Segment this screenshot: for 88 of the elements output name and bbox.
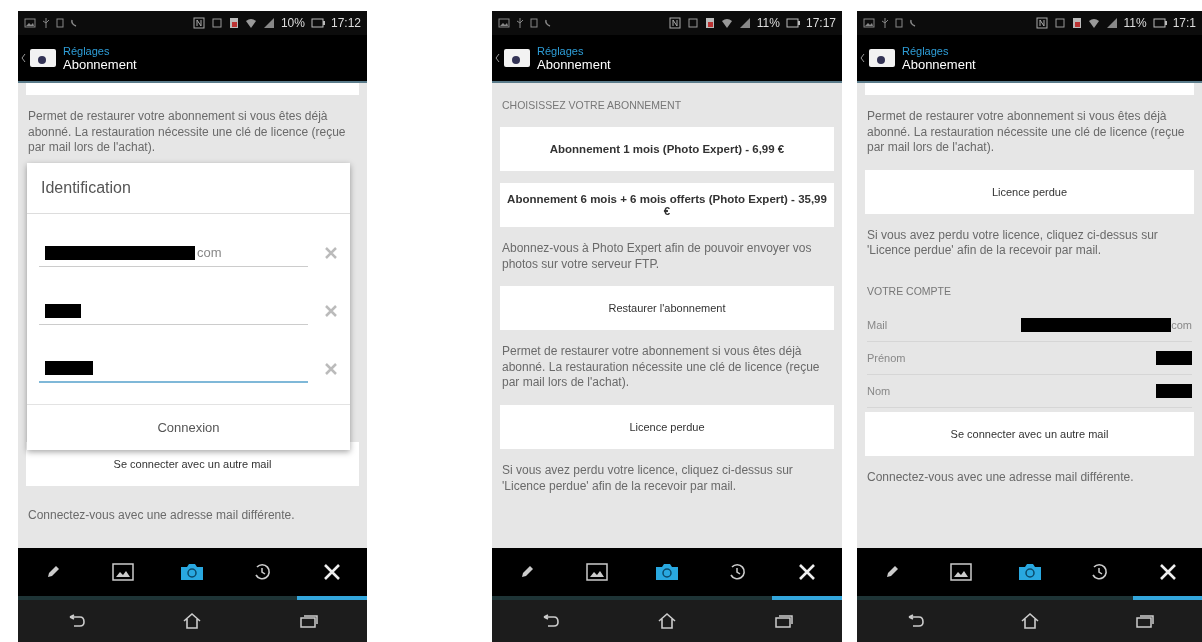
nfc-icon [192,17,205,29]
wifi-icon [1087,17,1100,29]
parent-title: Réglages [902,44,950,57]
section-heading: CHOISISSEZ VOTRE ABONNEMENT [502,99,683,111]
dialog-title: Identification [27,163,350,214]
picture-icon [498,18,510,28]
option-button[interactable]: Abonnement 1 mois (Photo Expert) - 6,99 € [500,127,834,171]
phone-icon [544,18,552,28]
option-button[interactable]: Licence perdue [500,404,834,449]
app-icon [1071,17,1082,29]
tools-icon [322,562,343,582]
camera-icon [180,563,205,581]
app-icon [228,17,239,29]
recent-apps-icon[interactable] [773,613,794,629]
field-label: Nom [867,384,891,397]
description-text: Connectez-vous avec une adresse mail différente. [28,508,296,524]
clock: 17:1 [1172,16,1196,30]
field-label: Mail [867,318,888,331]
usb-icon [516,17,524,29]
picture-icon [586,563,608,581]
option-button[interactable]: Se connecter avec un autre mail [865,411,1194,456]
picture-icon [24,18,36,28]
parent-title: Réglages [537,44,585,57]
pencil-icon [519,564,535,580]
screen-title: Abonnement [902,56,976,72]
screen-title: Abonnement [537,56,611,72]
battery-percent: 11% [756,16,780,30]
field-value: com [1171,318,1192,331]
description-text: Permet de restaurer votre abonnement si vous êtes déjà abonné. La restauration nécessite une clé de licence (reçue par mail lors de l'achat). [867,109,1186,156]
section-heading: VOTRE COMPTE [867,284,952,297]
parent-title: Réglages [63,44,111,57]
history-icon [253,563,272,581]
picture-icon [949,563,972,581]
option-button[interactable]: Licence perdue [865,169,1194,214]
battery-icon [1152,18,1167,28]
history-icon [1089,563,1108,581]
description-text: Permet de restaurer votre abonnement si vous êtes déjà abonné. La restauration nécessite une clé de licence (reçue par mail lors de l'achat). [502,344,821,391]
battery-percent: 11% [1123,16,1147,30]
tools-icon [1157,562,1178,582]
signal-icon [738,17,751,29]
sd-card-icon [895,18,903,28]
field-value: com [197,245,222,260]
back-caret-icon[interactable] [495,53,500,63]
description-text: Connectez-vous avec une adresse mail différente. [867,469,1135,486]
input-field[interactable]: com [39,239,308,267]
wifi-icon [244,17,257,29]
phone-icon [909,18,917,28]
sd-card-icon [56,18,64,28]
tools-icon [797,562,817,582]
sd-card-icon [530,18,538,28]
login-button[interactable]: Connexion [27,404,350,450]
home-icon[interactable] [657,612,677,630]
back-caret-icon[interactable] [21,53,26,63]
wifi-icon [720,17,733,29]
camera-icon [655,563,679,581]
camera-app-icon[interactable] [868,47,896,69]
clock: 17:12 [330,16,361,30]
phone-icon [70,18,78,28]
recent-apps-icon[interactable] [298,613,319,629]
description-text: Abonnez-vous à Photo Expert afin de pouvoir envoyer vos photos sur votre serveur FTP. [502,241,813,273]
screen-title: Abonnement [63,56,137,72]
camera-icon [1017,563,1042,581]
usb-icon [42,17,50,29]
clock: 17:17 [805,16,836,30]
battery-percent: 10% [280,16,305,30]
usb-icon [881,17,889,29]
back-caret-icon[interactable] [860,53,865,63]
history-icon [728,563,746,581]
signal-icon [262,17,275,29]
recent-apps-icon[interactable] [1134,613,1155,629]
description-text: Si vous avez perdu votre licence, cliquez ci-dessus sur 'Licence perdue' afin de la recevoir par mail. [867,227,1159,259]
home-icon[interactable] [182,612,203,630]
camera-app-icon[interactable] [29,47,57,69]
signal-icon [1105,17,1118,29]
app-icon [704,17,715,29]
description-text: Permet de restaurer votre abonnement si vous êtes déjà abonné. La restauration nécessite une clé de licence (reçue par mail lors de l'achat). [28,109,347,156]
nfc-icon [1035,17,1048,29]
option-button[interactable]: Abonnement 6 mois + 6 mois offerts (Photo Expert) - 35,99 € [500,183,834,227]
home-icon[interactable] [1019,612,1040,630]
battery-icon [785,18,800,28]
camera-app-icon[interactable] [503,47,531,69]
picture-icon [863,18,875,28]
battery-icon [310,18,325,28]
nfc-icon [668,17,681,29]
option-button[interactable]: Restaurer l'abonnement [500,286,834,331]
description-text: Si vous avez perdu votre licence, cliquez ci-dessus sur 'Licence perdue' afin de la recevoir par mail. [502,462,794,495]
field-label: Prénom [867,351,906,364]
picture-icon [111,563,134,581]
